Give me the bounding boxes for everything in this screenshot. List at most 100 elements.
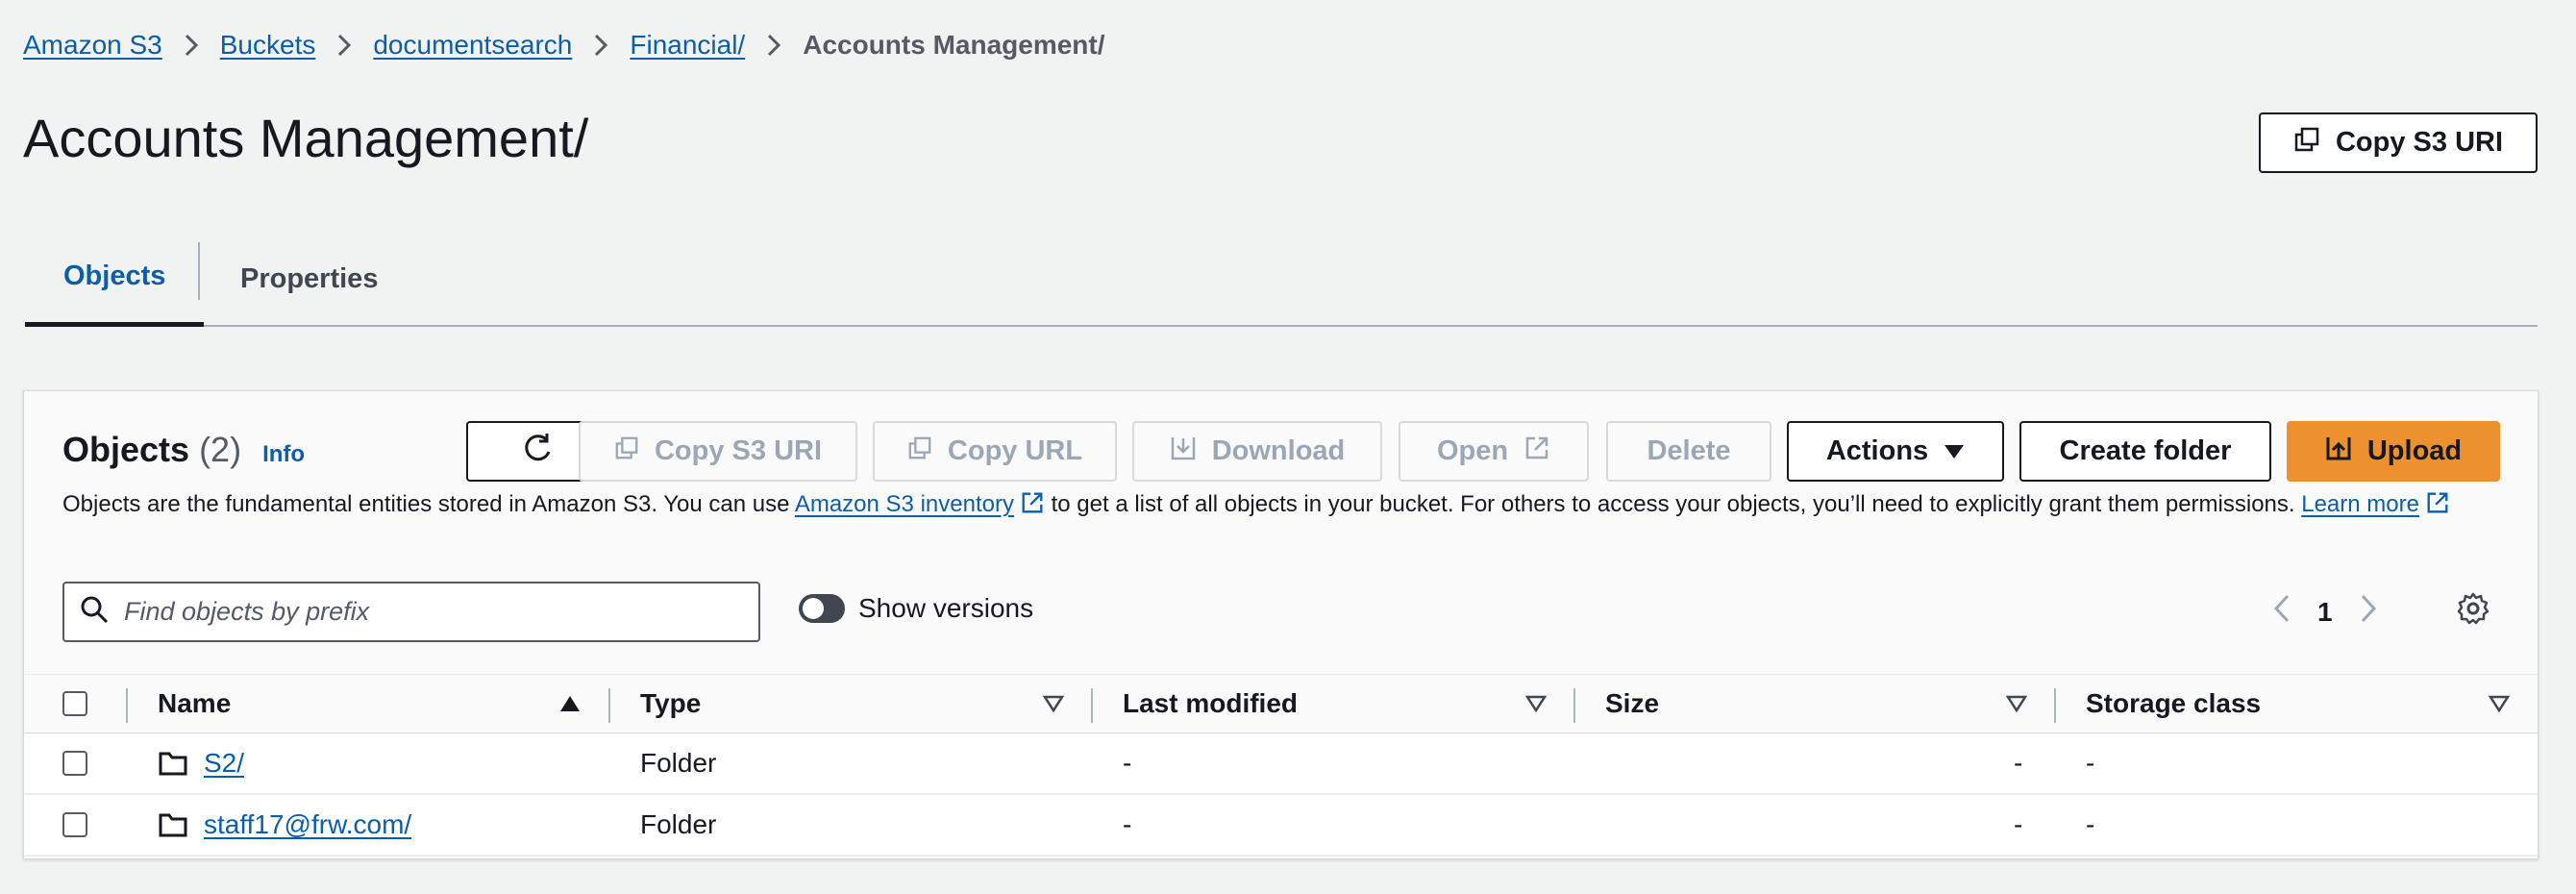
breadcrumb-buckets[interactable]: Buckets xyxy=(220,30,316,61)
download-icon xyxy=(1170,435,1197,469)
tab-properties-label: Properties xyxy=(240,262,379,294)
column-divider[interactable] xyxy=(1091,688,1093,723)
delete-button[interactable]: Delete xyxy=(1606,421,1771,482)
chevron-left-icon[interactable] xyxy=(2273,593,2291,631)
sort-icon[interactable] xyxy=(2006,675,2027,733)
chevron-right-icon xyxy=(766,33,781,58)
objects-panel-header: Objects (2) Info xyxy=(62,430,305,470)
column-header-storage-class[interactable]: Storage class xyxy=(2086,675,2261,733)
object-size: - xyxy=(2014,809,2023,839)
download-label: Download xyxy=(1211,435,1346,466)
object-type: Folder xyxy=(640,748,717,778)
breadcrumb: Amazon S3 Buckets documentsearch Financi… xyxy=(23,27,1105,63)
objects-table: Name Type Last modified Size Storage cla… xyxy=(24,674,2538,857)
object-size: - xyxy=(2014,748,2023,778)
copy-s3-uri-toolbar-label: Copy S3 URI xyxy=(654,435,823,466)
table-row: S2/ Folder - - - xyxy=(24,733,2538,795)
download-button[interactable]: Download xyxy=(1132,421,1382,482)
sort-icon[interactable] xyxy=(1525,675,1547,733)
external-link-icon xyxy=(1523,435,1550,469)
search-icon xyxy=(80,595,109,629)
table-settings-button[interactable] xyxy=(2456,591,2490,631)
copy-s3-uri-button[interactable]: Copy S3 URI xyxy=(2259,112,2538,173)
tab-objects[interactable]: Objects xyxy=(25,231,205,327)
upload-icon xyxy=(2325,435,2352,469)
open-label: Open xyxy=(1436,435,1509,466)
info-link[interactable]: Info xyxy=(262,441,305,467)
toggle-knob xyxy=(803,598,824,619)
breadcrumb-amazon-s3[interactable]: Amazon S3 xyxy=(23,30,162,61)
s3-inventory-link[interactable]: Amazon S3 inventory xyxy=(795,491,1045,517)
chevron-right-icon xyxy=(184,33,199,58)
sort-icon[interactable] xyxy=(2489,675,2510,733)
create-folder-button[interactable]: Create folder xyxy=(2019,421,2271,482)
objects-description: Objects are the fundamental entities sto… xyxy=(62,489,2465,524)
breadcrumb-financial[interactable]: Financial/ xyxy=(630,30,745,61)
objects-count: (2) xyxy=(199,430,242,469)
show-versions: Show versions xyxy=(799,593,1033,624)
open-button[interactable]: Open xyxy=(1399,421,1589,482)
learn-more-link[interactable]: Learn more xyxy=(2301,491,2450,517)
create-folder-label: Create folder xyxy=(2059,435,2232,466)
folder-icon xyxy=(158,733,188,793)
current-page[interactable]: 1 xyxy=(2317,597,2333,628)
object-storage-class: - xyxy=(2086,809,2095,839)
s3-inventory-link-label: Amazon S3 inventory xyxy=(794,491,1014,517)
column-divider[interactable] xyxy=(608,688,610,723)
folder-icon xyxy=(158,795,188,855)
object-name[interactable]: staff17@frw.com/ xyxy=(204,809,411,840)
breadcrumb-documentsearch[interactable]: documentsearch xyxy=(373,30,572,61)
object-last-modified: - xyxy=(1123,748,1132,778)
external-link-icon xyxy=(1020,490,1045,524)
copy-icon xyxy=(907,435,932,468)
copy-icon xyxy=(614,435,639,468)
copy-s3-uri-toolbar-button[interactable]: Copy S3 URI xyxy=(579,421,857,482)
actions-dropdown[interactable]: Actions xyxy=(1787,421,2004,482)
column-divider xyxy=(126,688,128,723)
chevron-right-icon xyxy=(593,33,608,58)
object-name[interactable]: S2/ xyxy=(204,748,244,779)
copy-url-label: Copy URL xyxy=(947,435,1083,466)
refresh-icon xyxy=(520,431,555,473)
tab-divider xyxy=(198,242,200,300)
learn-more-label: Learn more xyxy=(2301,491,2419,517)
row-checkbox[interactable] xyxy=(62,795,87,855)
breadcrumb-current: Accounts Management/ xyxy=(803,30,1105,60)
upload-button[interactable]: Upload xyxy=(2287,421,2500,482)
object-name-link[interactable]: S2/ xyxy=(204,733,244,793)
chevron-right-icon[interactable] xyxy=(2360,593,2377,631)
column-divider[interactable] xyxy=(1573,688,1575,723)
tab-bar: Objects Properties xyxy=(25,231,2538,327)
description-text: Objects are the fundamental entities sto… xyxy=(62,491,795,517)
copy-url-button[interactable]: Copy URL xyxy=(873,421,1117,482)
column-header-last-modified[interactable]: Last modified xyxy=(1123,675,1298,733)
sort-icon[interactable] xyxy=(1043,675,1064,733)
object-type: Folder xyxy=(640,809,717,839)
objects-panel: Objects (2) Info Copy S3 URI Copy URL Do… xyxy=(23,390,2539,859)
tab-properties[interactable]: Properties xyxy=(240,231,378,327)
delete-label: Delete xyxy=(1647,435,1731,466)
copy-s3-uri-label: Copy S3 URI xyxy=(2335,127,2504,158)
object-last-modified: - xyxy=(1123,809,1132,839)
object-name-link[interactable]: staff17@frw.com/ xyxy=(204,795,411,855)
column-header-size[interactable]: Size xyxy=(1605,675,1659,733)
column-divider[interactable] xyxy=(2054,688,2056,723)
page-title: Accounts Management/ xyxy=(23,108,589,168)
search-field xyxy=(62,582,760,642)
column-header-name[interactable]: Name xyxy=(158,675,231,733)
object-storage-class: - xyxy=(2086,748,2095,778)
show-versions-label: Show versions xyxy=(858,593,1034,623)
tab-objects-label: Objects xyxy=(63,261,166,291)
chevron-right-icon xyxy=(336,33,352,58)
select-all-checkbox[interactable] xyxy=(62,675,87,733)
row-checkbox[interactable] xyxy=(62,733,87,793)
sort-ascending-icon[interactable] xyxy=(558,675,582,733)
pagination: 1 xyxy=(2273,593,2377,631)
copy-icon xyxy=(2293,126,2320,161)
column-header-type[interactable]: Type xyxy=(640,675,701,733)
objects-panel-title: Objects xyxy=(62,430,190,469)
description-text-2: to get a list of all objects in your buc… xyxy=(1044,491,2302,517)
show-versions-toggle[interactable] xyxy=(799,594,845,623)
search-input[interactable] xyxy=(124,597,739,627)
gear-icon xyxy=(2456,592,2490,630)
